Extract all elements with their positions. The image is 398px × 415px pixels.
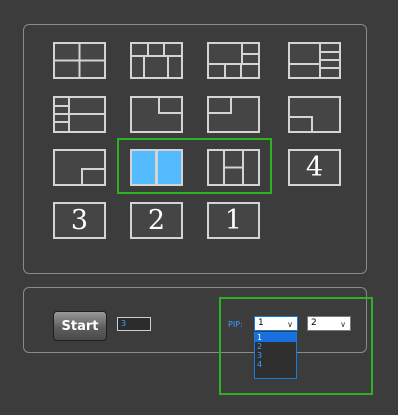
dropdown-option[interactable]: 1	[255, 333, 296, 342]
layout-six-split-icon	[132, 44, 181, 77]
layout-selection-highlight	[117, 138, 272, 194]
layout-pip-top-right-icon	[158, 98, 181, 114]
layout-four-channel-tile[interactable]: 4	[288, 149, 341, 186]
layout-left-stack-tile[interactable]	[53, 96, 106, 133]
layout-quad-tile[interactable]	[53, 42, 106, 79]
layout-left-stack-icon	[55, 98, 104, 131]
layout-pip-top-left-icon	[209, 98, 232, 114]
layout-pip-bottom-right-tile[interactable]	[53, 149, 106, 186]
tile-number-label: 1	[224, 205, 243, 236]
chevron-down-icon: ∨	[340, 320, 346, 329]
layout-three-channel-tile[interactable]: 3	[53, 202, 106, 239]
layout-six-split-tile[interactable]	[130, 42, 183, 79]
layout-large-top-icon	[209, 44, 258, 77]
pip-channel-select-value: 1	[258, 318, 264, 328]
dropdown-option[interactable]: 2	[255, 342, 296, 351]
start-button[interactable]: Start	[53, 311, 107, 341]
channel-count-field[interactable]: 3	[117, 317, 151, 331]
layout-large-top-tile[interactable]	[207, 42, 260, 79]
layout-pip-bottom-left-tile[interactable]	[288, 96, 341, 133]
tile-number-label: 2	[147, 205, 166, 236]
layout-quad-icon	[55, 44, 104, 77]
layout-two-channel-tile[interactable]: 2	[130, 202, 183, 239]
layout-settings-window: 4 3 2 1 Start 3 PIP: 1 ∨ 2 ∨ 1 2 3 4	[0, 0, 398, 415]
pip-secondary-select-value: 2	[311, 318, 317, 328]
layout-pip-top-right-tile[interactable]	[130, 96, 183, 133]
chevron-down-icon: ∨	[287, 320, 293, 329]
layout-one-channel-tile[interactable]: 1	[207, 202, 260, 239]
pip-channel-dropdown: 1 2 3 4	[254, 332, 297, 379]
layout-main-right-stack-tile[interactable]	[288, 42, 341, 79]
tile-number-label: 3	[70, 205, 89, 236]
dropdown-option[interactable]: 4	[255, 360, 296, 369]
tile-number-label: 4	[305, 152, 324, 183]
pip-channel-select[interactable]: 1 ∨	[254, 316, 298, 331]
layout-main-right-stack-icon	[290, 44, 339, 77]
layout-pip-bottom-right-icon	[81, 168, 104, 184]
layout-pip-bottom-left-icon	[290, 116, 313, 131]
pip-secondary-select[interactable]: 2 ∨	[307, 316, 351, 331]
layout-pip-top-left-tile[interactable]	[207, 96, 260, 133]
dropdown-option[interactable]: 3	[255, 351, 296, 360]
pip-label: PIP:	[228, 320, 243, 329]
